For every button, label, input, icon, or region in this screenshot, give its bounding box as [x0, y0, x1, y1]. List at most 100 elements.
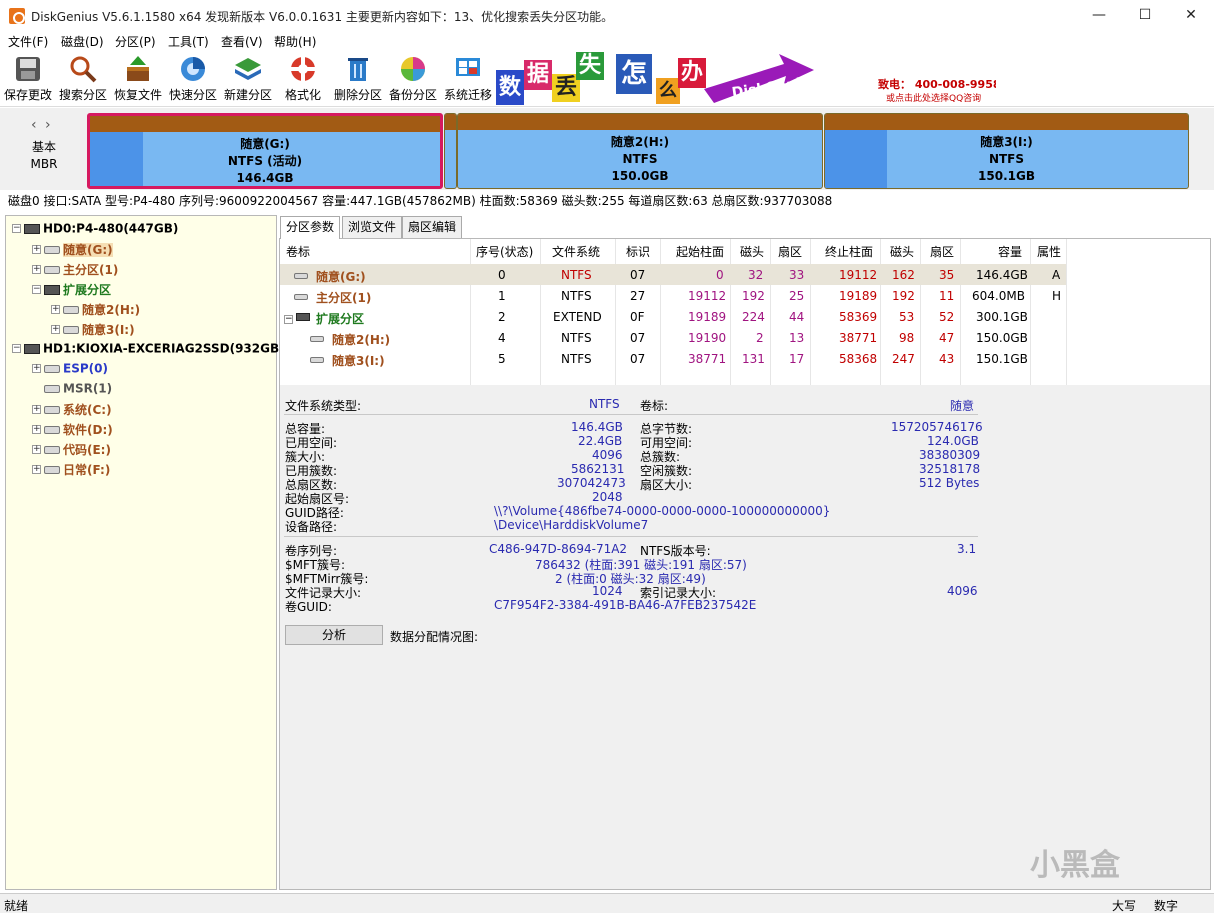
- table-cell[interactable]: 随意2(H:): [332, 331, 390, 348]
- column-divider: [470, 239, 471, 385]
- tab-browse-files[interactable]: 浏览文件: [342, 216, 403, 238]
- tree-partition-e[interactable]: + 代码(E:): [32, 441, 111, 459]
- quick-partition-button[interactable]: 快速分区: [166, 54, 220, 104]
- close-button[interactable]: ✕: [1168, 0, 1214, 31]
- col-header-start-head[interactable]: 磁头: [740, 243, 764, 260]
- col-header-capacity[interactable]: 容量: [998, 243, 1022, 260]
- tree-extended-partition[interactable]: − 扩展分区: [32, 281, 111, 299]
- collapse-icon[interactable]: −: [12, 224, 21, 233]
- banner-char: 办: [678, 58, 706, 88]
- windows-migrate-icon: [456, 58, 480, 76]
- partition-block-hidden[interactable]: [444, 113, 457, 189]
- tree-partition-c[interactable]: + 系统(C:): [32, 401, 112, 419]
- table-cell[interactable]: 随意3(I:): [332, 352, 385, 369]
- banner-qq-link[interactable]: 或点击此处选择QQ咨询: [886, 91, 981, 104]
- filesystem-details: 文件系统类型: NTFS 卷标: 随意 总容量: 146.4GB 总字节数: 1…: [280, 387, 1210, 889]
- table-cell: 11: [939, 289, 955, 303]
- new-partition-button[interactable]: 新建分区: [221, 54, 275, 104]
- backup-partition-button[interactable]: 备份分区: [386, 54, 440, 104]
- menu-file[interactable]: 文件(F): [8, 33, 48, 50]
- format-button[interactable]: 格式化: [276, 54, 330, 104]
- expand-icon[interactable]: +: [51, 305, 60, 314]
- device-path-label: 设备路径:: [285, 520, 338, 534]
- tree-partition-h[interactable]: + 随意2(H:): [51, 301, 140, 319]
- expand-icon[interactable]: +: [32, 245, 41, 254]
- col-header-id[interactable]: 标识: [626, 243, 650, 260]
- tree-partition-i[interactable]: + 随意3(I:): [51, 321, 135, 339]
- column-divider: [540, 239, 541, 385]
- tab-partition-params[interactable]: 分区参数: [280, 216, 341, 239]
- disk-nav-arrows[interactable]: ‹ ›: [31, 117, 53, 133]
- record-size-value: 1024: [592, 584, 623, 598]
- banner-char: 么: [656, 78, 680, 104]
- recover-files-button[interactable]: 恢复文件: [111, 54, 165, 104]
- save-disk-icon: [16, 57, 40, 81]
- table-cell: NTFS: [561, 268, 592, 282]
- table-cell: 4: [498, 331, 506, 345]
- collapse-icon[interactable]: −: [284, 310, 293, 324]
- expand-icon[interactable]: +: [51, 325, 60, 334]
- expand-icon[interactable]: +: [32, 405, 41, 414]
- expand-icon[interactable]: +: [32, 364, 41, 373]
- col-header-start-cyl[interactable]: 起始柱面: [676, 243, 724, 260]
- collapse-icon[interactable]: −: [32, 285, 41, 294]
- table-cell[interactable]: 扩展分区: [316, 310, 364, 327]
- save-changes-button[interactable]: 保存更改: [1, 54, 55, 104]
- tree-disk-hd0[interactable]: − HD0:P4-480(447GB): [12, 221, 178, 239]
- disk-type-label: 基本 MBR: [24, 139, 64, 173]
- tree-partition-f[interactable]: + 日常(F:): [32, 461, 110, 479]
- collapse-icon[interactable]: −: [12, 344, 21, 353]
- table-cell: NTFS: [561, 331, 592, 345]
- tree-partition-esp[interactable]: + ESP(0): [32, 361, 108, 379]
- used-space-value: 22.4GB: [578, 434, 623, 448]
- partition-icon: [44, 245, 60, 254]
- expand-icon[interactable]: +: [32, 445, 41, 454]
- menu-view[interactable]: 查看(V): [221, 33, 263, 50]
- partition-label: 随意2(H:) NTFS 150.0GB: [610, 135, 670, 183]
- system-migration-button[interactable]: 系统迁移: [441, 54, 495, 104]
- column-divider: [770, 239, 771, 385]
- col-header-label[interactable]: 卷标: [286, 243, 310, 260]
- menu-partition[interactable]: 分区(P): [115, 33, 156, 50]
- advertisement-banner[interactable]: 数 据 丢 失 怎 么 办 DiskGenius 团队为您服务 致电： 400-…: [496, 52, 996, 105]
- banner-char: 据: [524, 60, 552, 90]
- minimize-button[interactable]: —: [1076, 0, 1122, 31]
- disk-info-line: 磁盘0 接口:SATA 型号:P4-480 序列号:9600922004567 …: [8, 194, 833, 208]
- tree-disk-hd1[interactable]: − HD1:KIOXIA-EXCERIAG2SSD(932GB): [12, 341, 285, 359]
- table-cell: 1: [498, 289, 506, 303]
- search-partition-button[interactable]: 搜索分区: [56, 54, 110, 104]
- partition-block-i[interactable]: 随意3(I:) NTFS 150.1GB: [824, 113, 1189, 189]
- menu-disk[interactable]: 磁盘(D): [61, 33, 104, 50]
- menu-help[interactable]: 帮助(H): [274, 33, 316, 50]
- analyze-button[interactable]: 分析: [285, 625, 383, 645]
- col-header-attr[interactable]: 属性: [1037, 243, 1061, 260]
- col-header-index[interactable]: 序号(状态): [476, 243, 533, 260]
- table-cell: 224: [742, 310, 765, 324]
- expand-icon[interactable]: +: [32, 425, 41, 434]
- col-header-fs[interactable]: 文件系统: [552, 243, 600, 260]
- table-row-icon: [294, 268, 308, 282]
- divider: [284, 414, 978, 415]
- tree-partition-primary1[interactable]: + 主分区(1): [32, 261, 118, 279]
- col-header-end-head[interactable]: 磁头: [890, 243, 914, 260]
- menu-tools[interactable]: 工具(T): [168, 33, 209, 50]
- tree-partition-msr[interactable]: +MSR(1): [32, 381, 112, 399]
- maximize-button[interactable]: ☐: [1122, 0, 1168, 31]
- tab-sector-edit[interactable]: 扇区编辑: [402, 216, 463, 238]
- delete-partition-button[interactable]: 删除分区: [331, 54, 385, 104]
- table-cell: 17: [789, 352, 805, 366]
- partition-icon: [44, 265, 60, 274]
- partition-block-g[interactable]: 随意(G:) NTFS (活动) 146.4GB: [87, 113, 443, 189]
- expand-icon[interactable]: +: [32, 265, 41, 274]
- table-cell[interactable]: 主分区(1): [316, 289, 371, 306]
- table-cell: 47: [939, 331, 955, 345]
- col-header-end-cyl[interactable]: 终止柱面: [825, 243, 873, 260]
- partition-block-h[interactable]: 随意2(H:) NTFS 150.0GB: [457, 113, 823, 189]
- col-header-start-sector[interactable]: 扇区: [778, 243, 802, 260]
- tree-partition-d[interactable]: + 软件(D:): [32, 421, 113, 439]
- expand-icon[interactable]: +: [32, 465, 41, 474]
- extended-partition-icon: [44, 284, 60, 295]
- col-header-end-sector[interactable]: 扇区: [930, 243, 954, 260]
- table-row-icon: [310, 331, 324, 345]
- tree-partition-g[interactable]: + 随意(G:): [32, 241, 113, 259]
